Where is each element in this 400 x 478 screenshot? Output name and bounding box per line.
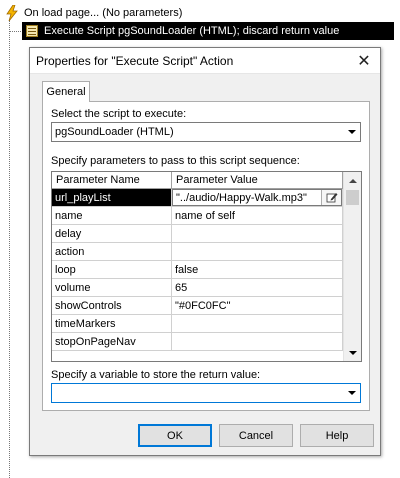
param-name-cell[interactable]: timeMarkers <box>52 315 172 333</box>
tree-action-execute-script[interactable]: Execute Script pgSoundLoader (HTML); dis… <box>22 22 394 40</box>
param-value-cell[interactable]: false <box>172 261 343 279</box>
table-row[interactable]: url_playList "../audio/Happy-Walk.mp3" <box>52 189 343 207</box>
return-variable-combo[interactable] <box>51 383 361 403</box>
param-value-cell[interactable]: "../audio/Happy-Walk.mp3" <box>172 189 343 207</box>
properties-dialog: Properties for "Execute Script" Action ✕… <box>29 47 381 456</box>
screen: On load page... (No parameters) Execute … <box>0 0 400 478</box>
ok-button[interactable]: OK <box>138 424 212 447</box>
param-name-cell[interactable]: showControls <box>52 297 172 315</box>
table-row[interactable]: stopOnPageNav <box>52 333 343 351</box>
table-row[interactable]: timeMarkers <box>52 315 343 333</box>
parameters-grid[interactable]: Parameter Name Parameter Value url_playL… <box>51 171 362 362</box>
general-tab-panel: Select the script to execute: pgSoundLoa… <box>42 101 370 411</box>
param-name-cell[interactable]: url_playList <box>52 189 172 207</box>
tab-general[interactable]: General <box>42 81 90 102</box>
tree-event-on-load[interactable]: On load page... (No parameters) <box>4 4 182 22</box>
param-value-cell[interactable]: "#0FC0FC" <box>172 297 343 315</box>
tree-action-label: Execute Script pgSoundLoader (HTML); dis… <box>44 25 340 37</box>
table-row[interactable]: delay <box>52 225 343 243</box>
lightning-icon <box>4 5 20 21</box>
table-row[interactable]: name name of self <box>52 207 343 225</box>
param-value-input[interactable]: "../audio/Happy-Walk.mp3" <box>173 192 321 204</box>
param-value-editor[interactable]: "../audio/Happy-Walk.mp3" <box>172 189 342 206</box>
params-label: Specify parameters to pass to this scrip… <box>51 155 300 167</box>
return-variable-label: Specify a variable to store the return v… <box>51 369 261 381</box>
table-row[interactable]: volume 65 <box>52 279 343 297</box>
param-name-cell[interactable]: delay <box>52 225 172 243</box>
script-select-label: Select the script to execute: <box>51 108 187 120</box>
script-select[interactable]: pgSoundLoader (HTML) <box>51 122 361 142</box>
script-icon <box>24 24 40 38</box>
param-name-cell[interactable]: loop <box>52 261 172 279</box>
column-header-name[interactable]: Parameter Name <box>52 172 172 189</box>
help-button[interactable]: Help <box>300 424 374 447</box>
param-value-cell[interactable] <box>172 333 343 351</box>
param-value-cell[interactable] <box>172 315 343 333</box>
param-value-cell[interactable] <box>172 243 343 261</box>
scroll-up-icon[interactable] <box>344 172 361 189</box>
chevron-down-icon[interactable] <box>343 384 360 402</box>
param-name-cell[interactable]: stopOnPageNav <box>52 333 172 351</box>
grid-body: url_playList "../audio/Happy-Walk.mp3" n… <box>52 189 343 351</box>
param-name-cell[interactable]: name <box>52 207 172 225</box>
grid-vertical-scrollbar[interactable] <box>343 172 361 361</box>
dialog-titlebar[interactable]: Properties for "Execute Script" Action ✕ <box>30 48 380 74</box>
param-value-cell[interactable] <box>172 225 343 243</box>
grid-header: Parameter Name Parameter Value <box>52 172 343 189</box>
param-value-cell[interactable]: name of self <box>172 207 343 225</box>
column-header-value[interactable]: Parameter Value <box>172 172 343 189</box>
scroll-thumb[interactable] <box>346 190 359 205</box>
script-select-value: pgSoundLoader (HTML) <box>55 126 174 138</box>
table-row[interactable]: action <box>52 243 343 261</box>
table-row[interactable]: showControls "#0FC0FC" <box>52 297 343 315</box>
pencil-edit-icon[interactable] <box>321 190 341 205</box>
close-icon[interactable]: ✕ <box>348 48 380 74</box>
dialog-title: Properties for "Execute Script" Action <box>36 53 234 68</box>
tree-event-label: On load page... (No parameters) <box>24 7 183 19</box>
chevron-down-icon[interactable] <box>343 123 360 141</box>
param-value-cell[interactable]: 65 <box>172 279 343 297</box>
param-name-cell[interactable]: action <box>52 243 172 261</box>
scroll-down-icon[interactable] <box>344 344 361 361</box>
cancel-button[interactable]: Cancel <box>219 424 293 447</box>
tree-branch <box>9 31 21 32</box>
tree-connector <box>9 20 10 478</box>
param-name-cell[interactable]: volume <box>52 279 172 297</box>
table-row[interactable]: loop false <box>52 261 343 279</box>
